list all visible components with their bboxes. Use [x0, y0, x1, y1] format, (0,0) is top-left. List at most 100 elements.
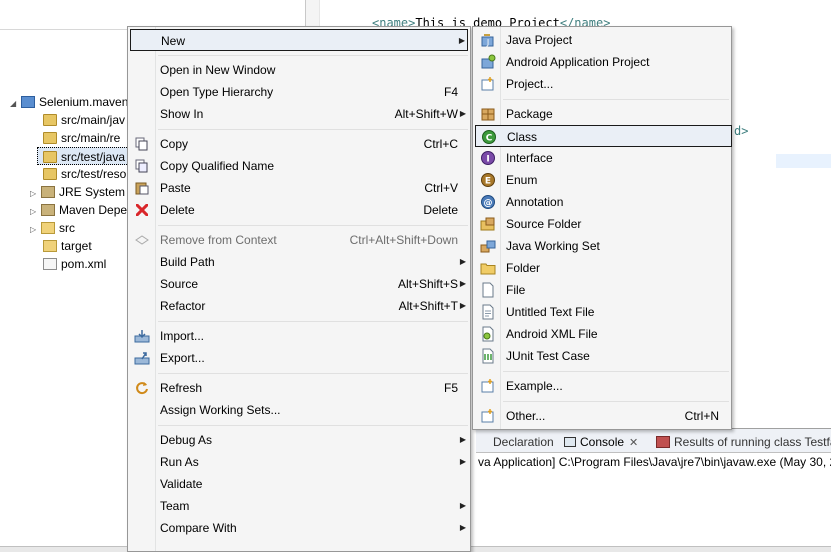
submenu-item-enum[interactable]: E Enum [475, 169, 729, 191]
menu-separator [158, 321, 468, 322]
submenu-arrow-icon: ▶ [459, 523, 466, 532]
submenu-item-annotation[interactable]: @ Annotation [475, 191, 729, 213]
tree-item-jre-library[interactable]: ▷ JRE System L [30, 183, 135, 201]
submenu-arrow-icon: ▶ [459, 109, 466, 118]
submenu-arrow-icon: ▶ [459, 457, 466, 466]
export-icon [134, 351, 150, 365]
interface-icon: I [480, 150, 496, 166]
submenu-item-folder[interactable]: Folder [475, 257, 729, 279]
tree-project-selenium[interactable]: ◢ Selenium.maven [10, 93, 128, 111]
tree-item-pom-xml[interactable]: pom.xml [43, 255, 106, 273]
menu-item-refactor[interactable]: Refactor Alt+Shift+T ▶ [130, 295, 468, 317]
submenu-arrow-icon: ▶ [459, 257, 466, 266]
submenu-item-example[interactable]: Example... [475, 375, 729, 397]
submenu-item-class[interactable]: C Class [475, 125, 732, 147]
menu-item-team[interactable]: Team ▶ [130, 495, 468, 517]
submenu-item-file[interactable]: File [475, 279, 729, 301]
source-folder-icon [43, 151, 57, 163]
menu-separator [158, 55, 468, 56]
menu-item-show-in[interactable]: Show In Alt+Shift+W ▶ [130, 103, 468, 125]
library-icon [41, 186, 55, 198]
tab-junit-results[interactable]: Results of running class Testfa [656, 432, 831, 452]
working-set-icon [480, 238, 496, 254]
tree-item-src-test-resources[interactable]: src/test/reso [43, 165, 126, 183]
svg-text:E: E [485, 177, 491, 187]
menu-item-run-as[interactable]: Run As ▶ [130, 451, 468, 473]
remove-context-icon [134, 233, 150, 247]
source-folder-icon [43, 132, 57, 144]
menu-item-source[interactable]: Source Alt+Shift+S ▶ [130, 273, 468, 295]
folder-icon [480, 260, 496, 276]
menu-item-build-path[interactable]: Build Path ▶ [130, 251, 468, 273]
submenu-item-other[interactable]: Other... Ctrl+N [475, 405, 729, 427]
submenu-item-source-folder[interactable]: Source Folder [475, 213, 729, 235]
submenu-arrow-icon: ▶ [459, 435, 466, 444]
android-xml-icon [480, 326, 496, 342]
menu-item-refresh[interactable]: Refresh F5 [130, 377, 468, 399]
project-icon [480, 76, 496, 92]
tree-item-target[interactable]: target [43, 237, 92, 255]
other-icon [480, 408, 496, 424]
tree-item-src[interactable]: ▷ src [30, 219, 75, 237]
source-folder-icon [43, 168, 57, 180]
file-icon [480, 282, 496, 298]
import-icon [134, 329, 150, 343]
folder-icon [43, 240, 57, 252]
menu-item-copy-qualified-name[interactable]: Copy Qualified Name [130, 155, 468, 177]
svg-text:@: @ [484, 199, 493, 209]
menu-item-open-new-window[interactable]: Open in New Window [130, 59, 468, 81]
submenu-item-android-project[interactable]: Android Application Project [475, 51, 729, 73]
submenu-item-java-project[interactable]: J Java Project [475, 29, 729, 51]
menu-item-assign-working-sets[interactable]: Assign Working Sets... [130, 399, 468, 421]
menu-item-paste[interactable]: Paste Ctrl+V [130, 177, 468, 199]
tab-declaration[interactable]: Declaration [480, 432, 554, 452]
annotation-icon: @ [480, 194, 496, 210]
tree-item-src-test-java[interactable]: src/test/java [37, 147, 129, 165]
submenu-item-interface[interactable]: I Interface [475, 147, 729, 169]
svg-text:C: C [486, 134, 493, 144]
menu-item-compare-with[interactable]: Compare With ▶ [130, 517, 468, 539]
junit-results-icon [656, 436, 670, 448]
current-line-highlight [776, 154, 831, 168]
menu-separator [503, 371, 729, 372]
submenu-item-java-working-set[interactable]: Java Working Set [475, 235, 729, 257]
submenu-arrow-icon: ▶ [459, 301, 466, 310]
submenu-item-untitled-text-file[interactable]: Untitled Text File [475, 301, 729, 323]
menu-item-import[interactable]: Import... [130, 325, 468, 347]
menu-item-export[interactable]: Export... [130, 347, 468, 369]
menu-separator [158, 225, 468, 226]
java-project-icon: J [480, 32, 496, 48]
tree-item-src-main-java[interactable]: src/main/jav [43, 111, 125, 129]
menu-item-remove-from-context[interactable]: Remove from Context Ctrl+Alt+Shift+Down [130, 229, 468, 251]
enum-icon: E [480, 172, 496, 188]
maven-project-icon [21, 96, 35, 108]
tree-item-maven-dependencies[interactable]: ▷ Maven Depe [30, 201, 127, 219]
menu-item-new[interactable]: New ▶ [130, 29, 468, 51]
menu-item-copy[interactable]: Copy Ctrl+C [130, 133, 468, 155]
close-tab-icon[interactable]: ✕ [629, 437, 638, 449]
tab-console[interactable]: Console ✕ [564, 432, 638, 452]
declaration-icon [480, 437, 490, 447]
menu-item-open-type-hierarchy[interactable]: Open Type Hierarchy F4 [130, 81, 468, 103]
expand-arrow-icon[interactable]: ◢ [10, 95, 18, 113]
menu-separator [158, 425, 468, 426]
android-project-icon [480, 54, 496, 70]
submenu-item-junit-test-case[interactable]: JUnit Test Case [475, 345, 729, 367]
paste-icon [134, 181, 150, 195]
class-icon: C [481, 129, 497, 145]
menu-separator [503, 401, 729, 402]
menu-item-delete[interactable]: Delete Delete [130, 199, 468, 221]
folder-icon [41, 222, 55, 234]
submenu-item-package[interactable]: Package [475, 103, 729, 125]
tree-item-src-main-resources[interactable]: src/main/re [43, 129, 120, 147]
submenu-item-android-xml-file[interactable]: Android XML File [475, 323, 729, 345]
junit-icon [480, 348, 496, 364]
submenu-item-project[interactable]: Project... [475, 73, 729, 95]
code-line-tail[interactable]: d> [734, 124, 748, 138]
svg-text:I: I [486, 155, 489, 165]
source-folder-icon [43, 114, 57, 126]
menu-item-debug-as[interactable]: Debug As ▶ [130, 429, 468, 451]
menu-item-validate[interactable]: Validate [130, 473, 468, 495]
collapse-arrow-icon[interactable]: ▷ [30, 221, 38, 239]
package-icon [480, 106, 496, 122]
